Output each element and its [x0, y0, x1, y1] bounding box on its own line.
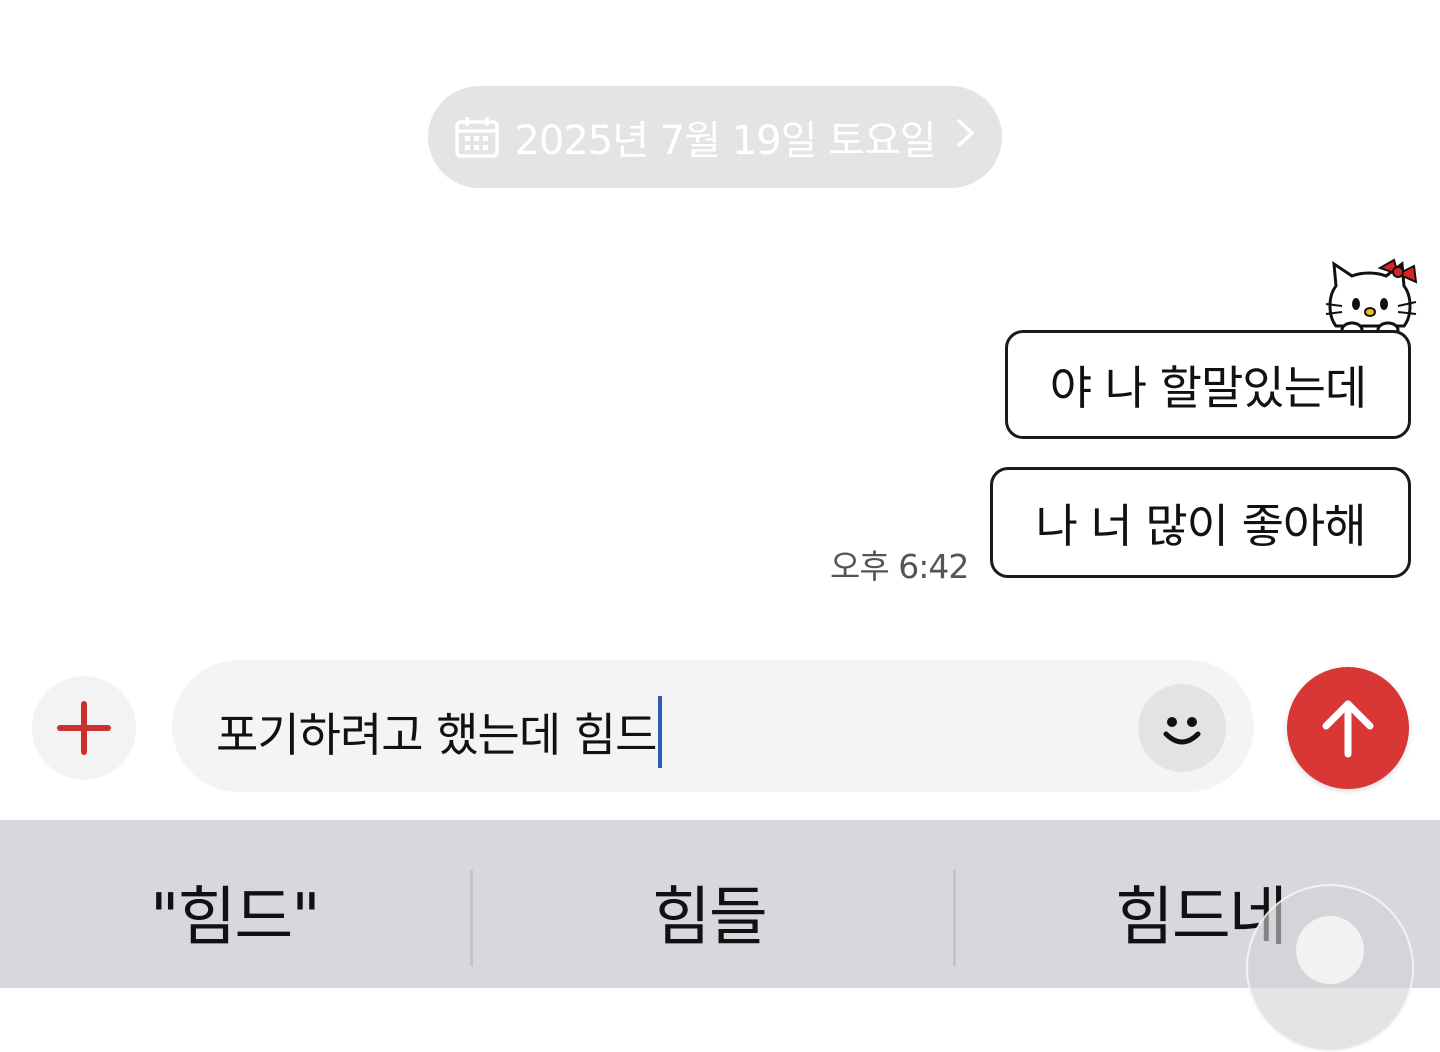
- attach-plus-button[interactable]: [32, 676, 136, 780]
- plus-icon: [57, 701, 111, 755]
- hello-kitty-sticker-icon: [1322, 256, 1430, 340]
- suggestion-divider: [953, 870, 956, 966]
- message-text: 야 나 할말있는데: [1049, 360, 1367, 415]
- calendar-icon: [454, 115, 500, 159]
- suggestion-item[interactable]: 힘들: [652, 866, 768, 958]
- assistive-touch-button[interactable]: [1246, 884, 1414, 1052]
- send-button[interactable]: [1287, 667, 1409, 789]
- date-header-pill[interactable]: 2025년 7월 19일 토요일: [428, 86, 1002, 188]
- chevron-right-icon: [954, 114, 976, 160]
- message-bubble[interactable]: 나 너 많이 좋아해: [990, 467, 1411, 578]
- text-caret: [658, 696, 663, 768]
- keyboard-suggestion-bar: "힘드" 힘들 힘드네: [0, 820, 1440, 988]
- assistive-touch-dot: [1296, 916, 1364, 984]
- message-input-field[interactable]: 포기하려고 했는데 힘드: [216, 696, 663, 768]
- date-text: 2025년 7월 19일 토요일: [514, 118, 936, 164]
- message-input-value: 포기하려고 했는데 힘드: [216, 708, 657, 762]
- suggestion-item[interactable]: "힘드": [150, 866, 321, 958]
- emoji-button[interactable]: [1138, 684, 1226, 772]
- message-bubble[interactable]: 야 나 할말있는데: [1005, 330, 1411, 439]
- message-input[interactable]: 포기하려고 했는데 힘드: [172, 660, 1254, 792]
- message-text: 나 너 많이 좋아해: [1035, 498, 1366, 553]
- suggestion-divider: [470, 870, 473, 966]
- arrow-up-icon: [1322, 700, 1374, 758]
- smiley-icon: [1163, 717, 1201, 745]
- message-timestamp: 오후 6:42: [830, 547, 969, 586]
